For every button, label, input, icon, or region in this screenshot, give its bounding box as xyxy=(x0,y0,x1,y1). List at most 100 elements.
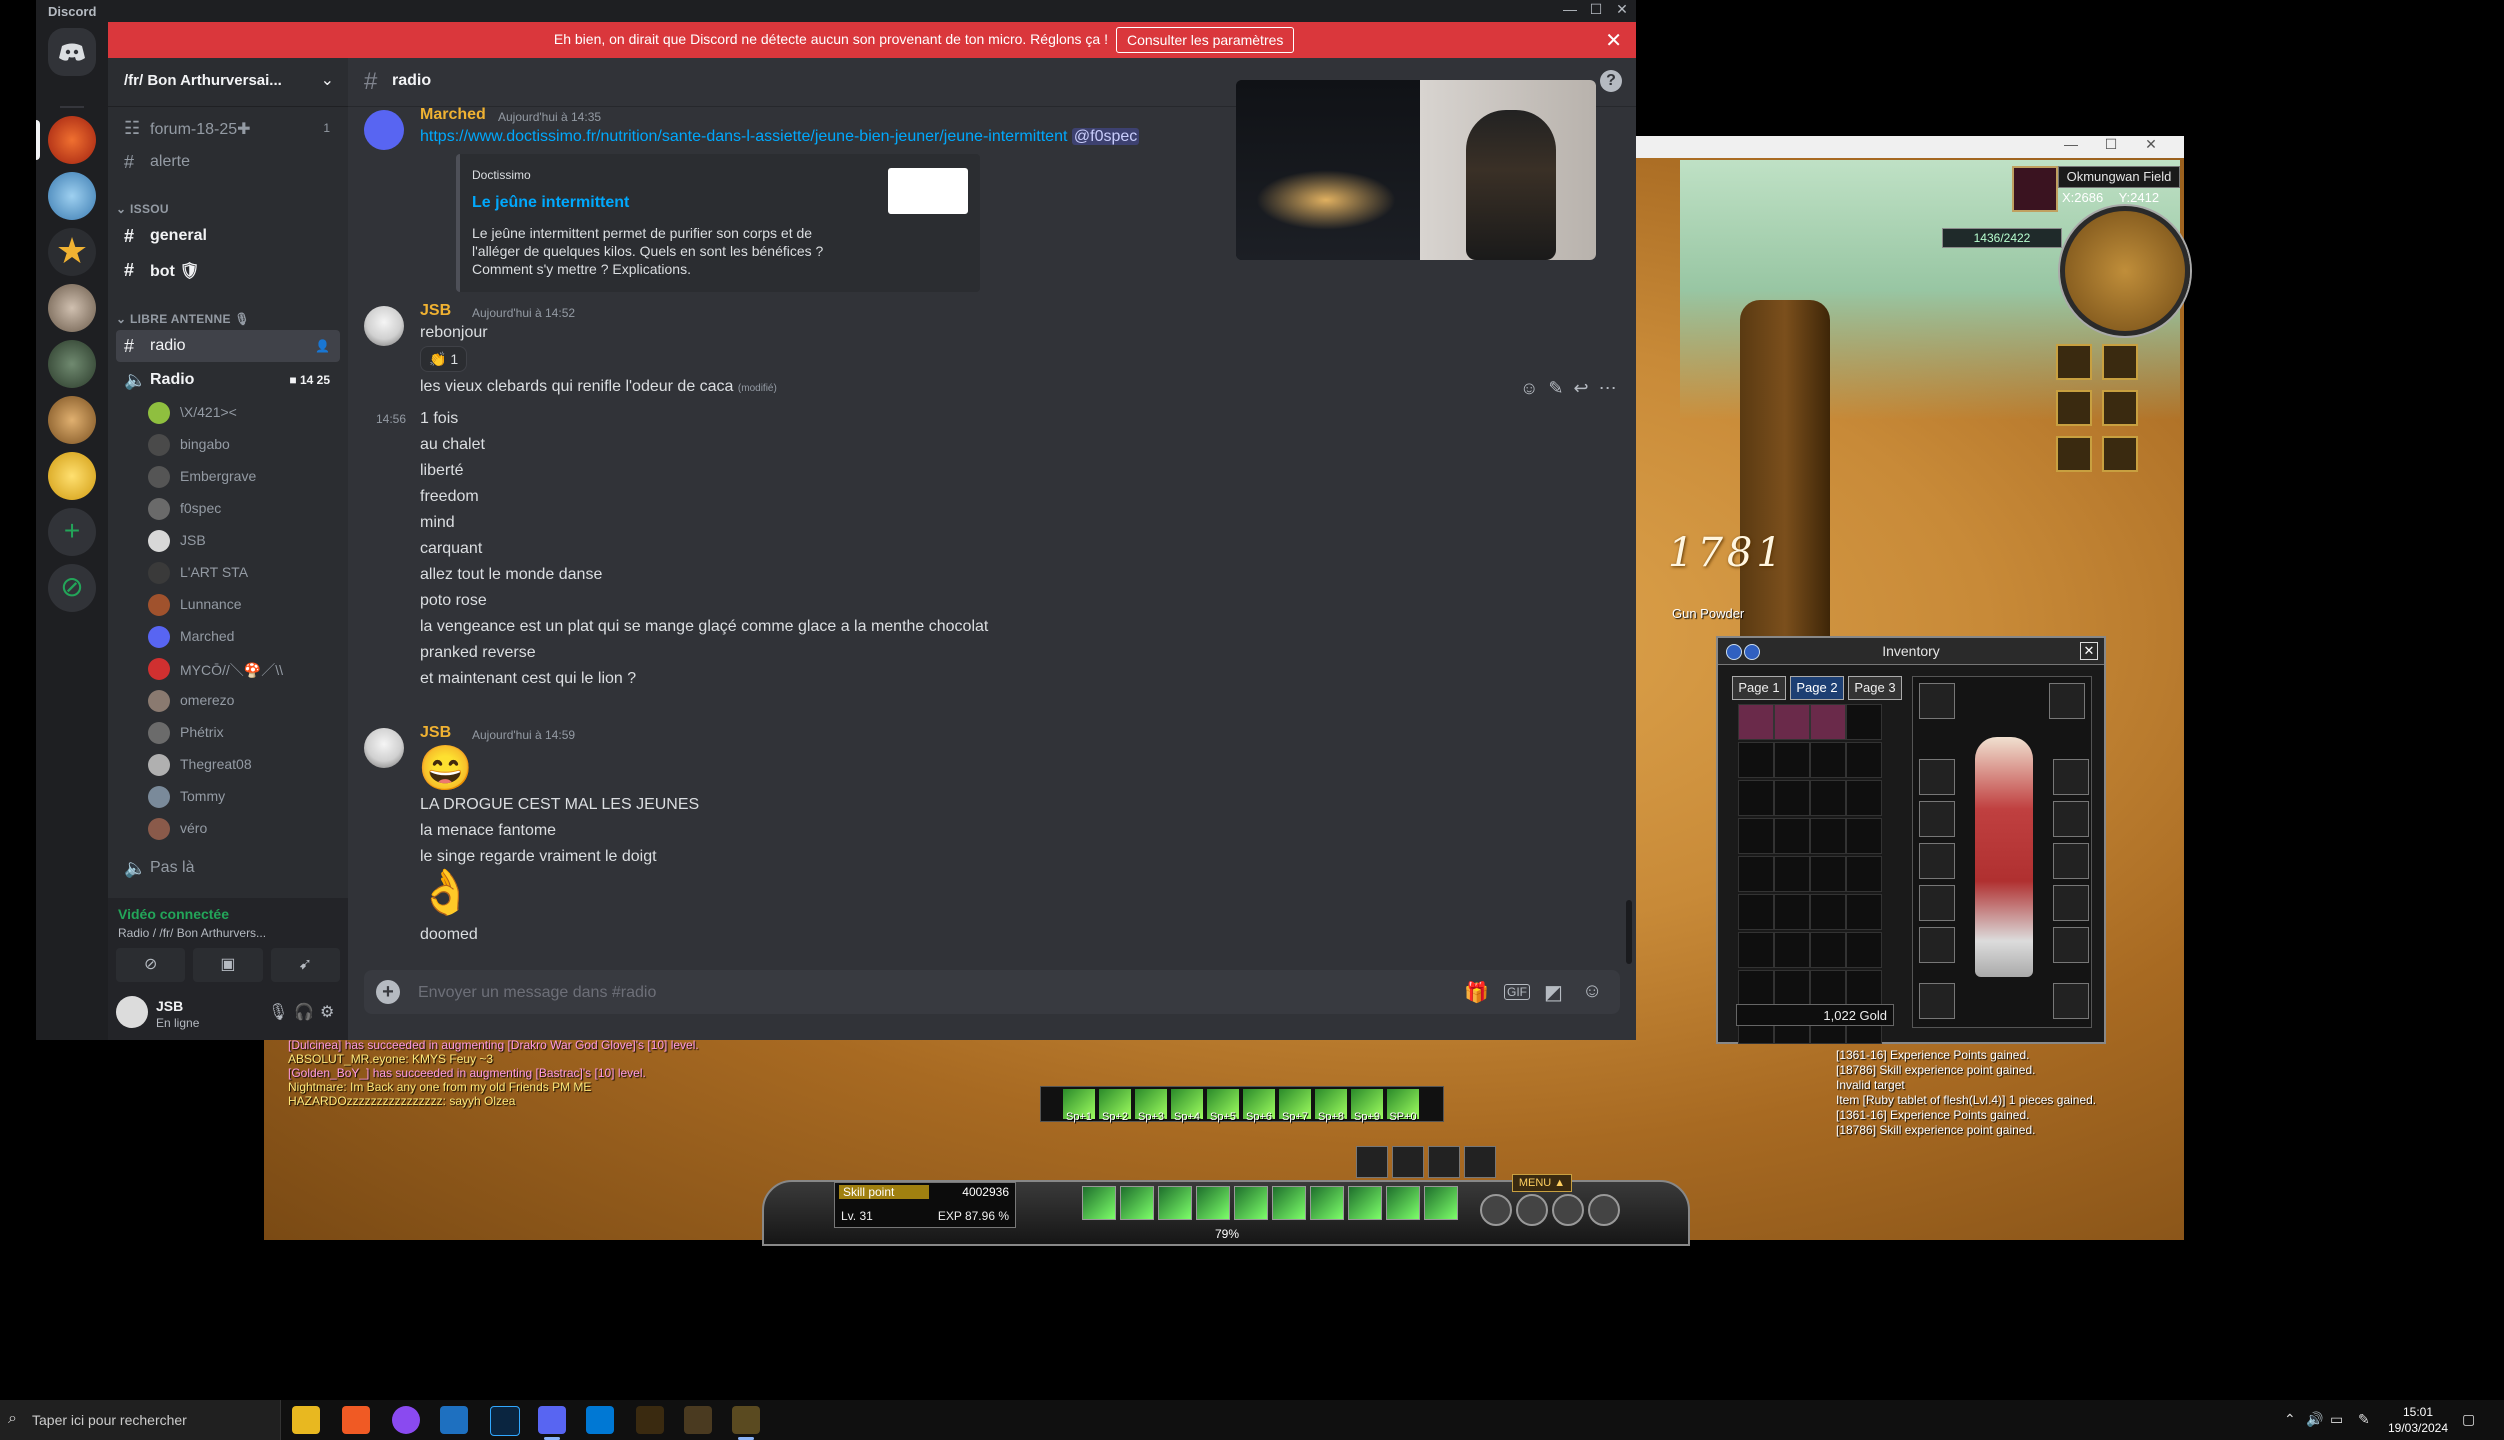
equip-slot[interactable] xyxy=(2053,759,2089,795)
headphones-icon[interactable]: 🎧 xyxy=(294,1002,314,1022)
mail-icon[interactable] xyxy=(440,1406,468,1434)
voice-user[interactable]: Thegreat08 xyxy=(148,750,340,780)
vscode-icon[interactable] xyxy=(586,1406,614,1434)
channel-alerte[interactable]: # alerte xyxy=(116,146,340,178)
help-icon[interactable]: ? xyxy=(1600,70,1622,92)
voice-location[interactable]: Radio / /fr/ Bon Arthurvers... xyxy=(118,926,266,940)
buff-icon[interactable] xyxy=(2102,344,2138,380)
inventory-slot[interactable] xyxy=(1738,818,1774,854)
sticker-icon[interactable]: ◩ xyxy=(1544,980,1563,1005)
user-mention[interactable]: @f0spec xyxy=(1071,128,1140,145)
minimize-icon[interactable]: — xyxy=(1560,1,1580,17)
quick-skill-slot[interactable]: Sp+2 xyxy=(1099,1089,1131,1123)
game-client-icon[interactable] xyxy=(732,1406,760,1440)
voice-user[interactable]: Marched xyxy=(148,622,340,652)
voice-user[interactable]: Tommy xyxy=(148,782,340,812)
message-author[interactable]: Marched xyxy=(420,106,486,124)
messenger-icon[interactable] xyxy=(392,1406,420,1434)
inventory-slot[interactable] xyxy=(1810,970,1846,1006)
avatar[interactable] xyxy=(364,110,404,150)
hud-button[interactable] xyxy=(1464,1146,1496,1178)
inventory-slot[interactable] xyxy=(1846,894,1882,930)
channel-radio[interactable]: # radio 👤 xyxy=(116,330,340,362)
hud-circle[interactable] xyxy=(1588,1194,1620,1226)
screen-share-icon[interactable]: ▣ xyxy=(193,948,263,982)
minimap[interactable] xyxy=(2060,206,2190,336)
voice-user[interactable]: véro xyxy=(148,814,340,844)
inventory-slot[interactable] xyxy=(1846,856,1882,892)
hud-button[interactable] xyxy=(1356,1146,1388,1178)
quick-skill-slot[interactable]: Sp+1 xyxy=(1063,1089,1095,1123)
equip-slot[interactable] xyxy=(2049,683,2085,719)
server-icon[interactable] xyxy=(48,452,96,500)
explore-servers-icon[interactable]: ⊘ xyxy=(48,564,96,612)
equip-slot[interactable] xyxy=(2053,801,2089,837)
quick-skill-slot[interactable]: Sp+8 xyxy=(1315,1089,1347,1123)
quick-skill-slot[interactable]: Sp+5 xyxy=(1207,1089,1239,1123)
inventory-slot[interactable] xyxy=(1810,780,1846,816)
message-author[interactable]: JSB xyxy=(420,302,451,320)
add-server-icon[interactable]: + xyxy=(48,508,96,556)
skill-slot[interactable] xyxy=(1272,1186,1306,1220)
buff-icon[interactable] xyxy=(2102,390,2138,426)
inventory-slot[interactable] xyxy=(1774,742,1810,778)
inventory-slot[interactable] xyxy=(1810,856,1846,892)
voice-user[interactable]: f0spec xyxy=(148,494,340,524)
equip-slot[interactable] xyxy=(2053,885,2089,921)
quick-skill-slot[interactable]: Sp+7 xyxy=(1279,1089,1311,1123)
inventory-tab-1[interactable]: Page 1 xyxy=(1732,676,1786,700)
game-launcher-icon[interactable] xyxy=(684,1406,712,1434)
reaction-clap[interactable]: 👏 1 xyxy=(420,346,468,372)
inventory-close-button[interactable]: ✕ xyxy=(2080,642,2098,660)
avatar[interactable] xyxy=(364,306,404,346)
equip-slot[interactable] xyxy=(1919,885,1955,921)
inventory-slot[interactable] xyxy=(1810,932,1846,968)
more-icon[interactable]: ⋯ xyxy=(1599,378,1617,398)
voice-user[interactable]: \X/421>< xyxy=(148,398,340,428)
voice-user[interactable]: JSB xyxy=(148,526,340,556)
voice-user[interactable]: Phétrix xyxy=(148,718,340,748)
inventory-slot[interactable] xyxy=(1738,742,1774,778)
inventory-slot[interactable] xyxy=(1774,932,1810,968)
close-icon[interactable]: ✕ xyxy=(2136,136,2166,153)
quick-skill-slot[interactable]: Sp+3 xyxy=(1135,1089,1167,1123)
server-icon[interactable] xyxy=(48,172,96,220)
inventory-sort-icon[interactable] xyxy=(1744,644,1760,660)
voice-user[interactable]: MYCŌ//＼🍄／\\ xyxy=(148,654,340,684)
inventory-slot[interactable] xyxy=(1810,742,1846,778)
channel-bot[interactable]: # bot 🛡 xyxy=(116,254,340,286)
maximize-icon[interactable]: ☐ xyxy=(1586,1,1606,18)
add-member-icon[interactable]: 👤 xyxy=(315,339,330,353)
inventory-slot[interactable] xyxy=(1810,704,1846,740)
gear-icon[interactable]: ⚙ xyxy=(320,1002,334,1022)
banner-close-icon[interactable]: ✕ xyxy=(1605,28,1622,53)
equip-slot[interactable] xyxy=(2053,983,2089,1019)
inventory-slot[interactable] xyxy=(1810,818,1846,854)
server-icon[interactable] xyxy=(48,396,96,444)
server-icon[interactable] xyxy=(48,284,96,332)
gift-icon[interactable]: 🎁 xyxy=(1464,980,1489,1005)
equip-slot[interactable] xyxy=(1919,801,1955,837)
quick-skill-slot[interactable]: SP+0 xyxy=(1387,1089,1419,1123)
embed-thumbnail[interactable] xyxy=(888,168,968,214)
category-libre-antenne[interactable]: ⌄ LIBRE ANTENNE 🎙 xyxy=(116,312,250,326)
server-icon[interactable] xyxy=(48,340,96,388)
buff-icon[interactable] xyxy=(2056,436,2092,472)
equip-slot[interactable] xyxy=(1919,983,1955,1019)
microphone-icon[interactable]: 🎙 xyxy=(268,1002,288,1022)
reply-icon[interactable]: ↩ xyxy=(1574,378,1589,398)
menu-button[interactable]: MENU ▲ xyxy=(1512,1174,1572,1192)
equip-slot[interactable] xyxy=(1919,843,1955,879)
buff-icon[interactable] xyxy=(2056,390,2092,426)
inventory-slot[interactable] xyxy=(1774,894,1810,930)
inventory-slot[interactable] xyxy=(1738,856,1774,892)
skill-slot[interactable] xyxy=(1348,1186,1382,1220)
buff-icon[interactable] xyxy=(2102,436,2138,472)
quick-skill-slot[interactable]: Sp+9 xyxy=(1351,1089,1383,1123)
taskbar-search[interactable]: ⌕ Taper ici pour rechercher xyxy=(0,1400,281,1440)
notifications-icon[interactable]: ▢ xyxy=(2462,1411,2475,1428)
inventory-slot[interactable] xyxy=(1738,704,1774,740)
inventory-slot[interactable] xyxy=(1738,970,1774,1006)
voice-user[interactable]: Embergrave xyxy=(148,462,340,492)
network-icon[interactable]: ▭ xyxy=(2330,1411,2343,1428)
